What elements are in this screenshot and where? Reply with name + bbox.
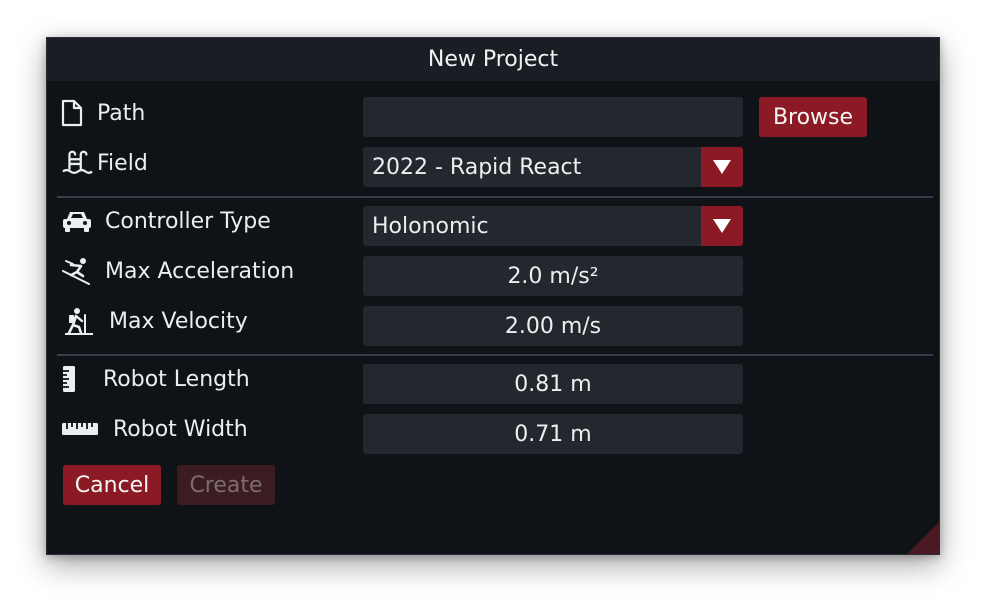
hiker-icon	[61, 306, 105, 336]
max-acceleration-label: Max Acceleration	[105, 258, 295, 284]
controller-type-value: Holonomic	[372, 213, 489, 239]
ruler-horizontal-icon	[61, 414, 109, 444]
browse-label: Browse	[772, 104, 854, 130]
path-label-row: Path	[61, 95, 145, 131]
controller-type-label-row: Controller Type	[61, 203, 271, 239]
create-label: Create	[189, 472, 263, 498]
field-label-row: Field	[61, 145, 148, 181]
robot-length-label: Robot Length	[103, 366, 250, 392]
resize-grip[interactable]	[907, 522, 939, 554]
field-select-value: 2022 - Rapid React	[372, 154, 582, 180]
cancel-button[interactable]: Cancel	[63, 465, 161, 505]
controller-type-dropdown-arrow[interactable]	[701, 206, 743, 246]
new-project-dialog: New Project Path Browse Field 2022 - Rap…	[46, 37, 940, 555]
divider	[57, 196, 933, 198]
pool-icon	[61, 148, 93, 178]
path-input[interactable]	[363, 97, 743, 137]
max-acceleration-input[interactable]: 2.0 m/s²	[363, 256, 743, 296]
robot-width-label: Robot Width	[113, 416, 248, 442]
dialog-title: New Project	[427, 47, 559, 72]
field-select[interactable]: 2022 - Rapid React	[363, 147, 743, 187]
file-icon	[61, 98, 93, 128]
ruler-vertical-icon	[61, 364, 99, 394]
max-velocity-input[interactable]: 2.00 m/s	[363, 306, 743, 346]
path-label: Path	[97, 100, 146, 126]
browse-button[interactable]: Browse	[759, 97, 867, 137]
max-velocity-label: Max Velocity	[109, 308, 248, 334]
field-dropdown-arrow[interactable]	[701, 147, 743, 187]
chevron-down-icon	[713, 160, 731, 174]
chevron-down-icon	[713, 219, 731, 233]
controller-type-label: Controller Type	[105, 208, 271, 234]
robot-width-label-row: Robot Width	[61, 411, 248, 447]
max-velocity-label-row: Max Velocity	[61, 303, 248, 339]
robot-length-label-row: Robot Length	[61, 361, 250, 397]
dialog-titlebar[interactable]: New Project	[47, 38, 939, 81]
create-button[interactable]: Create	[177, 465, 275, 505]
robot-length-input[interactable]: 0.81 m	[363, 364, 743, 404]
max-acceleration-label-row: Max Acceleration	[61, 253, 294, 289]
robot-width-input[interactable]: 0.71 m	[363, 414, 743, 454]
skier-icon	[61, 256, 101, 286]
field-label: Field	[97, 150, 148, 176]
divider	[57, 354, 933, 356]
cancel-label: Cancel	[74, 472, 150, 498]
controller-type-select[interactable]: Holonomic	[363, 206, 743, 246]
car-icon	[61, 206, 101, 236]
